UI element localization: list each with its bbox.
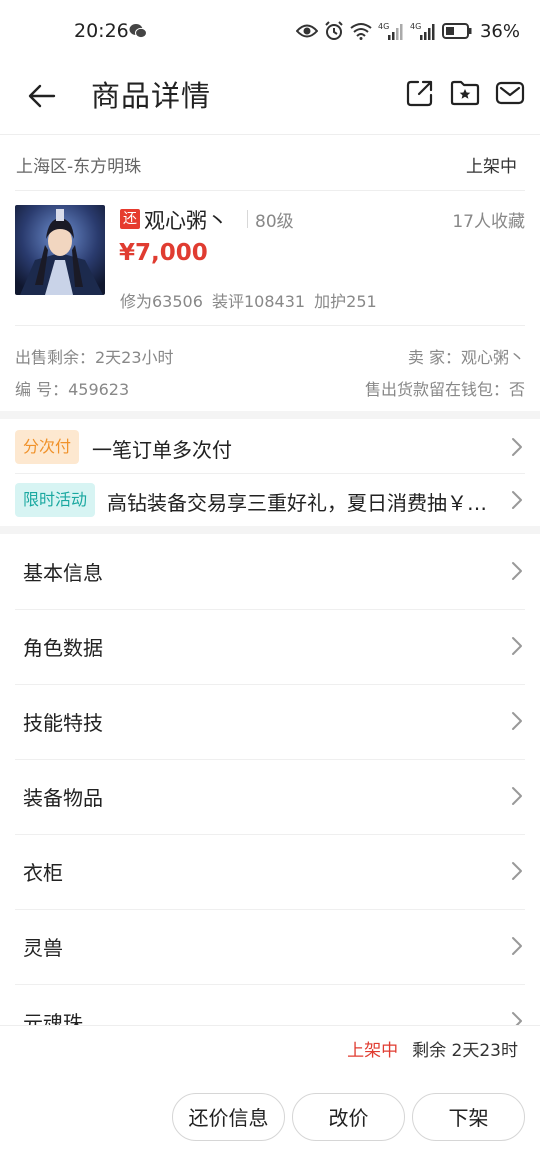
character-stats: 修为63506 装评108431 加护251	[120, 292, 377, 311]
listing-status: 上架中	[466, 157, 517, 177]
menu-label: 技能特技	[23, 711, 103, 735]
item-number: 编 号：459623	[15, 380, 130, 399]
limited-activity-text: 高钻装备交易享三重好礼，夏日消费抽￥…	[107, 491, 487, 515]
character-avatar[interactable]	[15, 205, 105, 295]
character-portrait-image	[15, 205, 105, 295]
menu-equipment[interactable]: 装备物品	[15, 759, 525, 835]
svg-text:4G: 4G	[410, 22, 421, 31]
back-arrow-icon	[28, 84, 56, 108]
svg-text:4G: 4G	[378, 22, 389, 31]
character-name: 观心粥丶	[144, 209, 228, 233]
bottom-action-bar: 上架中 剩余 2天23时 还价信息 改价 下架	[0, 1025, 540, 1155]
wechat-icon	[129, 24, 147, 39]
installment-text: 一笔订单多次付	[92, 438, 232, 462]
limited-activity-tag: 限时活动	[15, 483, 96, 517]
back-button[interactable]	[22, 76, 62, 116]
menu-basic-info[interactable]: 基本信息	[15, 534, 525, 610]
status-time: 20:26	[74, 20, 129, 42]
remaining-sale-time: 出售剩余：2天23小时	[15, 348, 174, 367]
chevron-right-icon	[512, 637, 522, 655]
server-row: 上海区-东方明珠 上架中	[15, 136, 525, 191]
wifi-icon	[350, 23, 372, 40]
bottom-remaining: 剩余 2天23时	[412, 1041, 518, 1061]
limited-activity-row[interactable]: 限时活动 高钻装备交易享三重好礼，夏日消费抽￥…	[15, 474, 525, 526]
mail-icon[interactable]	[495, 78, 525, 108]
menu-skills[interactable]: 技能特技	[15, 684, 525, 760]
counter-offer-info-button[interactable]: 还价信息	[172, 1093, 285, 1141]
app-header: 商品详情	[0, 62, 540, 135]
menu-label: 装备物品	[23, 786, 103, 810]
alarm-icon	[325, 21, 343, 40]
chevron-right-icon	[512, 491, 522, 509]
menu-spirit-beast[interactable]: 灵兽	[15, 909, 525, 985]
server-name: 上海区-东方明珠	[16, 157, 142, 177]
delist-button[interactable]: 下架	[412, 1093, 525, 1141]
signal-4g-icon: 4G	[378, 22, 403, 40]
favorites-count: 17人收藏	[452, 212, 525, 232]
chevron-right-icon	[512, 712, 522, 730]
section-gap	[0, 411, 540, 419]
chevron-right-icon	[512, 787, 522, 805]
menu-label: 基本信息	[23, 561, 103, 585]
chevron-right-icon	[512, 438, 522, 456]
menu-label: 灵兽	[23, 936, 63, 960]
wallet-setting: 售出货款留在钱包：否	[364, 380, 525, 399]
level-separator	[247, 210, 248, 228]
menu-label: 角色数据	[23, 636, 103, 660]
status-icons: 4G 4G 36%	[295, 18, 520, 44]
page-title: 商品详情	[91, 79, 212, 113]
eye-icon	[295, 24, 318, 38]
product-detail-page: 20:26 4G 4G 36% 商品详情 上海区-东方明珠 上架中 还 观心粥丶…	[0, 0, 540, 1155]
seller-link[interactable]: 卖 家：观心粥丶	[408, 344, 525, 368]
battery-icon	[441, 23, 472, 39]
menu-character-data[interactable]: 角色数据	[15, 609, 525, 685]
status-bar: 20:26 4G 4G 36%	[0, 0, 540, 62]
meta-row-2: 编 号：459623 售出货款留在钱包：否	[15, 376, 525, 400]
chevron-right-icon	[512, 862, 522, 880]
chevron-right-icon	[512, 937, 522, 955]
chevron-right-icon	[512, 562, 522, 580]
product-card[interactable]: 还 观心粥丶 80级 17人收藏 ¥7,000 修为63506 装评108431…	[15, 191, 525, 326]
return-tag: 还	[120, 209, 140, 229]
character-level: 80级	[255, 212, 294, 232]
installment-tag: 分次付	[15, 430, 80, 464]
bottom-status: 上架中	[347, 1041, 399, 1061]
change-price-button[interactable]: 改价	[292, 1093, 405, 1141]
share-external-icon[interactable]	[405, 78, 435, 108]
signal-4g-icon: 4G	[410, 22, 435, 40]
menu-label: 衣柜	[23, 861, 63, 885]
meta-row-1: 出售剩余：2天23小时 卖 家：观心粥丶	[15, 344, 525, 368]
installment-pay-row[interactable]: 分次付 一笔订单多次付	[15, 421, 525, 473]
favorite-folder-icon[interactable]	[450, 78, 480, 108]
price: ¥7,000	[119, 240, 208, 266]
battery-percent: 36%	[479, 20, 520, 42]
menu-wardrobe[interactable]: 衣柜	[15, 834, 525, 910]
remaining-time-row: 上架中 剩余 2天23时	[347, 1036, 518, 1061]
section-gap	[0, 526, 540, 534]
